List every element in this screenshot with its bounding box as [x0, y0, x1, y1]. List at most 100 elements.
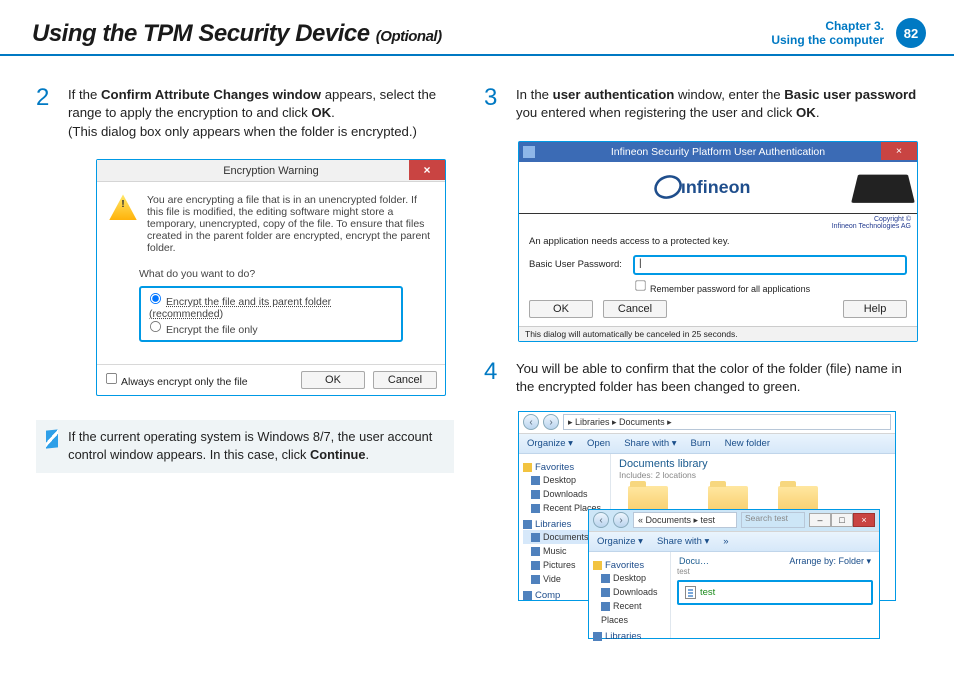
- ok-button[interactable]: OK: [301, 371, 365, 389]
- folder-icon: [531, 575, 540, 584]
- step-text: In the user authentication window, enter…: [516, 86, 922, 123]
- cmd-share[interactable]: Share with ▾: [624, 438, 676, 449]
- nav-favorites[interactable]: Favorites: [593, 560, 666, 571]
- cancel-button[interactable]: Cancel: [603, 300, 667, 318]
- content-pane: Docu… Arrange by: Folder ▾ test test: [671, 552, 879, 638]
- explorer-window-test: ‹ › « Documents ▸ test Search test – □ ×…: [588, 509, 880, 639]
- star-icon: [523, 463, 532, 472]
- step-number: 3: [484, 86, 504, 123]
- folder-icon: [601, 602, 610, 611]
- cancel-button[interactable]: Cancel: [373, 371, 437, 389]
- step-text: You will be able to confirm that the col…: [516, 360, 922, 397]
- dialog-titlebar: Encryption Warning ×: [97, 160, 445, 182]
- nav-item-recent[interactable]: Recent Places: [593, 599, 666, 627]
- access-message: An application needs access to a protect…: [529, 236, 907, 247]
- folder-icon: [531, 504, 540, 513]
- cmd-more[interactable]: »: [723, 536, 728, 547]
- nav-forward-icon[interactable]: ›: [613, 512, 629, 528]
- library-subheader: test: [677, 567, 873, 576]
- address-bar[interactable]: ▸ Libraries ▸ Documents ▸: [563, 414, 891, 430]
- chapter-label: Chapter 3. Using the computer 82: [771, 18, 926, 48]
- folder-icon: [531, 561, 540, 570]
- dialog-title: Encryption Warning: [223, 165, 319, 177]
- command-bar: Organize ▾ Open Share with ▾ Burn New fo…: [519, 434, 895, 454]
- close-icon[interactable]: ×: [409, 160, 445, 180]
- library-header: Docu…: [679, 556, 709, 567]
- note-icon: [46, 430, 58, 449]
- document-icon: [685, 586, 696, 599]
- svg-text:ınfineon: ınfineon: [681, 177, 751, 197]
- step-text: If the Confirm Attribute Changes window …: [68, 86, 454, 141]
- computer-icon: [523, 591, 532, 600]
- nav-item-desktop[interactable]: Desktop: [523, 473, 606, 487]
- search-input[interactable]: Search test: [741, 512, 805, 528]
- close-icon[interactable]: ×: [881, 142, 917, 160]
- chip-icon: [851, 175, 915, 203]
- page-title: Using the TPM Security Device (Optional): [32, 20, 442, 48]
- note-box: If the current operating system is Windo…: [36, 420, 454, 473]
- cmd-organize[interactable]: Organize ▾: [527, 438, 573, 449]
- opt-encrypt-parent[interactable]: Encrypt the file and its parent folder (…: [149, 292, 393, 320]
- encryption-warning-dialog: Encryption Warning × You are encrypting …: [96, 159, 446, 396]
- note-text: If the current operating system is Windo…: [68, 428, 438, 463]
- nav-item-downloads[interactable]: Downloads: [593, 585, 666, 599]
- cmd-share[interactable]: Share with ▾: [657, 536, 709, 547]
- nav-item-desktop[interactable]: Desktop: [593, 571, 666, 585]
- cmd-open[interactable]: Open: [587, 438, 610, 449]
- folder-icon: [531, 490, 540, 499]
- step-3: 3 In the user authentication window, ent…: [484, 86, 922, 123]
- step-2: 2 If the Confirm Attribute Changes windo…: [36, 86, 454, 141]
- star-icon: [593, 561, 602, 570]
- infineon-logo-icon: ınfineon: [654, 171, 782, 203]
- nav-libraries[interactable]: Libraries: [593, 631, 666, 642]
- page-header: Using the TPM Security Device (Optional)…: [0, 0, 954, 56]
- dialog-titlebar: Infineon Security Platform User Authenti…: [519, 142, 917, 162]
- encryption-options: Encrypt the file and its parent folder (…: [139, 286, 403, 342]
- address-bar[interactable]: « Documents ▸ test: [633, 512, 737, 528]
- close-icon[interactable]: ×: [853, 513, 875, 527]
- warning-icon: [109, 194, 137, 220]
- dialog-question: What do you want to do?: [139, 268, 433, 280]
- explorer-screenshots: ‹ › ▸ Libraries ▸ Documents ▸ Organize ▾…: [518, 411, 922, 651]
- cmd-burn[interactable]: Burn: [691, 438, 711, 449]
- brand-banner: ınfineon: [519, 162, 917, 214]
- app-icon: [523, 146, 535, 158]
- minimize-icon[interactable]: –: [809, 513, 831, 527]
- copyright-text: Copyright ©Infineon Technologies AG: [519, 214, 917, 232]
- nav-favorites[interactable]: Favorites: [523, 462, 606, 473]
- remember-password-checkbox[interactable]: Remember password for all applications: [529, 279, 907, 294]
- cmd-organize[interactable]: Organize ▾: [597, 536, 643, 547]
- nav-pane: Favorites Desktop Downloads Recent Place…: [589, 552, 671, 638]
- arrange-value[interactable]: Folder ▾: [838, 556, 871, 566]
- nav-item-downloads[interactable]: Downloads: [523, 487, 606, 501]
- nav-forward-icon[interactable]: ›: [543, 414, 559, 430]
- nav-back-icon[interactable]: ‹: [523, 414, 539, 430]
- password-input[interactable]: |: [633, 255, 907, 275]
- arrange-label: Arrange by:: [789, 556, 836, 566]
- step-4: 4 You will be able to confirm that the c…: [484, 360, 922, 397]
- library-header: Documents library: [619, 458, 887, 470]
- folder-icon: [601, 588, 610, 597]
- page-number-badge: 82: [896, 18, 926, 48]
- always-encrypt-checkbox[interactable]: Always encrypt only the file: [105, 372, 248, 388]
- help-button[interactable]: Help: [843, 300, 907, 318]
- folder-icon: [531, 476, 540, 485]
- step-number: 4: [484, 360, 504, 397]
- password-label: Basic User Password:: [529, 259, 625, 270]
- dialog-title: Infineon Security Platform User Authenti…: [611, 146, 825, 158]
- window-controls: – □ ×: [809, 513, 875, 527]
- dialog-statusbar: This dialog will automatically be cancel…: [519, 326, 917, 341]
- maximize-icon[interactable]: □: [831, 513, 853, 527]
- opt-encrypt-file-only[interactable]: Encrypt the file only: [149, 320, 393, 336]
- cmd-new-folder[interactable]: New folder: [725, 438, 770, 449]
- library-icon: [593, 632, 602, 641]
- ok-button[interactable]: OK: [529, 300, 593, 318]
- file-test[interactable]: test: [677, 580, 873, 605]
- step-number: 2: [36, 86, 56, 141]
- user-authentication-dialog: Infineon Security Platform User Authenti…: [518, 141, 918, 342]
- folder-icon: [601, 574, 610, 583]
- command-bar: Organize ▾ Share with ▾ »: [589, 532, 879, 552]
- nav-back-icon[interactable]: ‹: [593, 512, 609, 528]
- folder-icon: [531, 547, 540, 556]
- library-icon: [523, 520, 532, 529]
